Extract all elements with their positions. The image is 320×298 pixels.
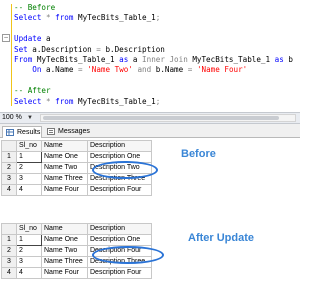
row-number[interactable]: 4 [1,267,17,279]
sql-operator: = [78,65,83,75]
sql-table-name: MyTecBits_Table_1 [73,96,156,106]
row-number[interactable]: 4 [1,184,17,196]
sql-string: 'Name Four' [196,65,248,75]
column-header-description[interactable]: Description [87,223,152,235]
tab-messages[interactable]: Messages [44,126,94,138]
collapse-toggle-icon[interactable]: − [2,34,10,42]
sql-code: -- Before Select * from MyTecBits_Table_… [14,3,293,107]
cell-name[interactable]: Name Two [41,162,88,174]
keyword-select: Select [14,96,42,106]
keyword-from: from [55,96,74,106]
cell-sl-no[interactable]: 3 [16,173,42,185]
sql-string: 'Name Two' [87,65,133,75]
column-header-sl-no[interactable]: Sl_no [16,140,42,152]
results-tabs: Results Messages [0,124,300,138]
table-row[interactable]: 4 4 Name Four Description Four [1,184,152,196]
table-row[interactable]: 1 1 Name One Description One [1,234,152,246]
sql-star: * [41,13,56,23]
row-number[interactable]: 2 [1,245,17,257]
cell-name[interactable]: Name Four [41,267,88,279]
sql-semicolon: ; [155,96,161,106]
keyword-from: From [14,55,33,65]
grid-corner[interactable] [1,223,17,235]
zoom-bar: 100 % ▼ [0,112,300,124]
sql-expression: b.Description [100,44,165,54]
keyword-from: from [55,13,74,23]
zoom-dropdown-icon[interactable]: ▼ [26,114,34,122]
cell-name[interactable]: Name One [41,234,88,246]
keyword-update: Update [14,34,42,44]
cell-description[interactable]: Description One [87,234,152,246]
keyword-as: as [119,55,129,65]
sql-semicolon: ; [155,13,161,23]
cell-sl-no[interactable]: 2 [16,245,42,257]
sql-operator: = [187,65,193,75]
row-number[interactable]: 1 [1,234,17,246]
column-header-name[interactable]: Name [41,140,88,152]
sql-table-name: MyTecBits_Table_1 [73,13,156,23]
grid-header-row: Sl_no Name Description [1,140,152,152]
row-number[interactable]: 1 [1,151,17,163]
keyword-inner-join: Inner Join [142,55,188,65]
column-header-name[interactable]: Name [41,223,88,235]
keyword-select: Select [14,13,42,23]
comment-after: -- After [14,86,51,96]
cell-name[interactable]: Name Three [41,256,88,268]
row-number[interactable]: 3 [1,173,17,185]
change-tracking-bar [11,4,12,106]
cell-sl-no[interactable]: 3 [16,256,42,268]
cell-name[interactable]: Name Four [41,184,88,196]
grid-corner[interactable] [1,140,17,152]
sql-alias: b [283,55,293,65]
cell-sl-no[interactable]: 1 [16,234,42,246]
cell-sl-no[interactable]: 4 [16,267,42,279]
results-pane: Sl_no Name Description 1 1 Name One Desc… [0,138,300,298]
cell-name[interactable]: Name Two [41,245,88,257]
sql-expression: b.Name [155,65,188,75]
tab-messages-label: Messages [58,128,90,135]
highlight-ring-after [92,246,164,264]
sql-expression: a.Description [27,44,97,54]
column-header-description[interactable]: Description [87,140,152,152]
messages-icon [47,128,55,135]
sql-editor[interactable]: − -- Before Select * from MyTecBits_Tabl… [0,0,300,112]
zoom-level[interactable]: 100 % [2,113,22,123]
cell-sl-no[interactable]: 4 [16,184,42,196]
tab-results[interactable]: Results [2,126,42,138]
grid-header-row: Sl_no Name Description [1,223,152,235]
cell-name[interactable]: Name One [41,151,88,163]
sql-expression: a.Name [41,65,79,75]
sql-star: * [41,96,56,106]
sql-alias: a [41,34,51,44]
keyword-and: and [132,65,156,75]
cell-sl-no[interactable]: 2 [16,162,42,174]
annotation-before: Before [181,148,216,160]
cell-name[interactable]: Name Three [41,173,88,185]
keyword-set: Set [14,44,28,54]
sql-table-name: MyTecBits_Table_1 [32,55,120,65]
cell-description[interactable]: Description Four [87,267,152,279]
highlight-ring-before [92,161,158,179]
column-header-sl-no[interactable]: Sl_no [16,223,42,235]
sql-table-name: MyTecBits_Table_1 [187,55,275,65]
annotation-after-update: After Update [188,232,255,244]
cell-sl-no[interactable]: 1 [16,151,42,163]
grid-icon [6,129,14,136]
table-row[interactable]: 4 4 Name Four Description Four [1,267,152,279]
tab-results-label: Results [17,129,41,136]
sql-alias: a [128,55,143,65]
keyword-as: as [274,55,284,65]
cell-description[interactable]: Description Four [87,184,152,196]
row-number[interactable]: 3 [1,256,17,268]
horizontal-scrollbar[interactable] [40,114,296,122]
scrollbar-thumb[interactable] [43,116,279,120]
comment-before: -- Before [14,3,56,12]
row-number[interactable]: 2 [1,162,17,174]
